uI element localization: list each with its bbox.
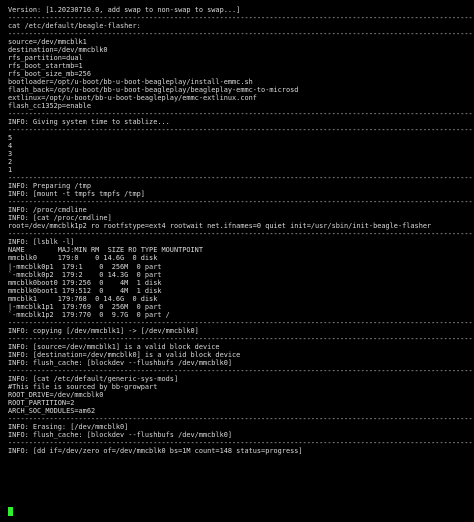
terminal-line: ----------------------------------------… [8, 334, 473, 343]
terminal-line: INFO: [lsblk -l] [8, 238, 75, 247]
terminal-line: ----------------------------------------… [8, 414, 473, 423]
terminal-line: `-mmcblk0p2 179:2 0 14.3G 0 part [8, 270, 162, 279]
terminal-line: ----------------------------------------… [8, 126, 473, 135]
terminal-output[interactable]: Version: [1.20230710.0, add swap to non-… [0, 0, 474, 522]
terminal-line: ----------------------------------------… [8, 14, 473, 23]
terminal-line: mmcblk0 179:0 0 14.6G 0 disk [8, 254, 158, 263]
terminal-line: 2 [8, 158, 13, 167]
terminal-line: mmcblk0boot0 179:256 0 4M 1 disk [8, 278, 162, 287]
terminal-line: 3 [8, 150, 13, 159]
terminal-line: INFO: [mount -t tmpfs tmpfs /tmp] [8, 190, 145, 199]
terminal-line: extlinux=/opt/u-boot/bb-u-boot-beaglepla… [8, 94, 257, 103]
terminal-line: ARCH_SOC_MODULES=am62 [8, 406, 96, 415]
terminal-line: ----------------------------------------… [8, 230, 473, 239]
terminal-line: 1 [8, 166, 13, 175]
terminal-line: NAME MAJ:MIN RM SIZE RO TYPE MOUNTPOINT [8, 246, 203, 255]
terminal-line: ROOT_PARTITION=2 [8, 398, 75, 407]
terminal-line: rfs_partition=dual [8, 54, 83, 63]
terminal-line: mmcblk0boot1 179:512 0 4M 1 disk [8, 286, 162, 295]
terminal-line: ----------------------------------------… [8, 318, 473, 327]
terminal-line: source=/dev/mmcblk1 [8, 38, 87, 47]
terminal-line: #This file is sourced by bb-growpart [8, 382, 158, 391]
terminal-line: flash_back=/opt/u-boot/bb-u-boot-beaglep… [8, 86, 299, 95]
terminal-line: ----------------------------------------… [8, 174, 473, 183]
terminal-line: INFO: [source=/dev/mmcblk1] is a valid b… [8, 342, 220, 351]
terminal-line: INFO: [cat /proc/cmdline] [8, 214, 112, 223]
terminal-line: INFO: flush_cache: [blockdev --flushbufs… [8, 430, 233, 439]
terminal-line: ----------------------------------------… [8, 198, 473, 207]
terminal-line: ROOT_DRIVE=/dev/mmcblk0 [8, 390, 104, 399]
terminal-line: rfs_boot_startmb=1 [8, 62, 83, 71]
terminal-line: INFO: /proc/cmdline [8, 206, 87, 215]
terminal-line: Version: [1.20230710.0, add swap to non-… [8, 6, 241, 14]
terminal-line: 4 [8, 142, 13, 151]
terminal-line: INFO: flush_cache: [blockdev --flushbufs… [8, 358, 233, 367]
terminal-line: ----------------------------------------… [8, 438, 473, 447]
terminal-line: rfs_boot_size_mb=256 [8, 70, 91, 79]
terminal-line: `-mmcblk1p2 179:770 0 9.7G 0 part / [8, 310, 170, 319]
terminal-line: INFO: [cat /etc/default/generic-sys-mods… [8, 374, 179, 383]
terminal-line: root=/dev/mmcblk1p2 ro rootfstype=ext4 r… [8, 222, 432, 231]
terminal-line: 5 [8, 134, 13, 143]
terminal-line: INFO: [dd if=/dev/zero of=/dev/mmcblk0 b… [8, 446, 303, 455]
terminal-line: bootloader=/opt/u-boot/bb-u-boot-beaglep… [8, 78, 253, 87]
terminal-line: |-mmcblk0p1 179:1 0 256M 0 part [8, 262, 162, 271]
terminal-line: destination=/dev/mmcblk0 [8, 46, 108, 55]
terminal-line: ----------------------------------------… [8, 30, 473, 39]
terminal-line: mmcblk1 179:768 0 14.6G 0 disk [8, 294, 158, 303]
terminal-line: ----------------------------------------… [8, 110, 473, 119]
terminal-line: cat /etc/default/beagle-flasher: [8, 22, 141, 31]
terminal-line: |-mmcblk1p1 179:769 0 256M 0 part [8, 302, 162, 311]
terminal-line: INFO: Erasing: [/dev/mmcblk0] [8, 422, 129, 431]
terminal-line: flash_cc1352p=enable [8, 102, 91, 111]
terminal-cursor [8, 507, 13, 516]
terminal-line: INFO: [destination=/dev/mmcblk0] is a va… [8, 350, 241, 359]
terminal-line: INFO: copying [/dev/mmcblk1] -> [/dev/mm… [8, 326, 199, 335]
terminal-line: ----------------------------------------… [8, 366, 473, 375]
terminal-line: INFO: Giving system time to stablize... [8, 118, 170, 127]
terminal-line: INFO: Preparing /tmp [8, 182, 91, 191]
